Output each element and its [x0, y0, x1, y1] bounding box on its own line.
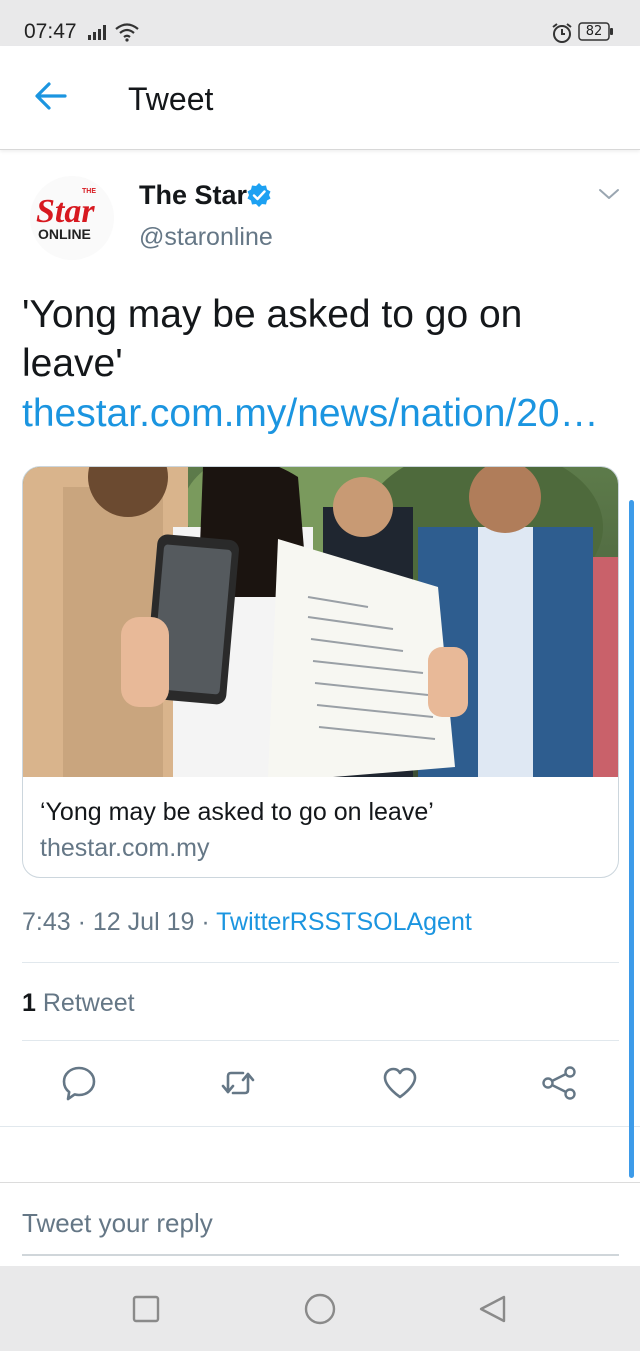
- card-image: [23, 467, 618, 777]
- card-domain: thestar.com.my: [40, 834, 210, 862]
- recent-apps-icon[interactable]: [129, 1292, 163, 1326]
- author-handle[interactable]: @staronline: [139, 223, 273, 252]
- the-star-logo: THE Star ONLINE: [30, 176, 114, 260]
- retweet-stats[interactable]: 1 Retweet: [22, 989, 135, 1018]
- back-arrow-icon[interactable]: [34, 79, 68, 113]
- reply-icon[interactable]: [60, 1064, 98, 1102]
- tweet-time: 7:43: [22, 908, 71, 936]
- tweet-date: 12 Jul 19: [92, 908, 195, 936]
- tweet-source[interactable]: TwitterRSSTSOLAgent: [216, 908, 472, 936]
- signal-icon: [88, 25, 106, 40]
- svg-text:Star: Star: [36, 193, 95, 230]
- battery-level: 82: [585, 24, 603, 39]
- divider: [22, 962, 619, 963]
- card-title: ‘Yong may be asked to go on leave’: [40, 798, 434, 826]
- status-bar: 07:47 82: [0, 0, 640, 46]
- tweet-meta: 7:43 · 12 Jul 19 · TwitterRSSTSOLAgent: [22, 908, 472, 937]
- share-icon[interactable]: [540, 1064, 578, 1102]
- separator-dot: ·: [201, 908, 217, 936]
- chevron-down-icon[interactable]: [598, 186, 620, 202]
- retweet-label: Retweet: [42, 989, 135, 1017]
- scrollbar[interactable]: [629, 500, 634, 1178]
- tweet-link[interactable]: thestar.com.my/news/nation/20…: [22, 389, 622, 438]
- back-nav-icon[interactable]: [476, 1292, 510, 1326]
- retweet-icon[interactable]: [219, 1064, 257, 1102]
- reply-input[interactable]: Tweet your reply: [22, 1208, 213, 1239]
- tweet-text: 'Yong may be asked to go on leave': [22, 293, 523, 385]
- wifi-icon: [115, 23, 139, 42]
- alarm-icon: [552, 23, 572, 43]
- link-card[interactable]: ‘Yong may be asked to go on leave’ thest…: [22, 466, 619, 878]
- retweet-count: 1: [22, 989, 36, 1017]
- reply-input-underline: [22, 1254, 619, 1256]
- heart-icon[interactable]: [381, 1064, 419, 1102]
- verified-badge-icon: [247, 183, 271, 207]
- svg-text:ONLINE: ONLINE: [38, 226, 91, 242]
- divider: [22, 1040, 619, 1041]
- page-title: Tweet: [128, 81, 214, 117]
- app-header: Tweet: [0, 46, 640, 150]
- home-icon[interactable]: [303, 1292, 337, 1326]
- separator-dot: ·: [77, 908, 93, 936]
- divider: [0, 1126, 640, 1127]
- author-name[interactable]: The Star: [139, 180, 247, 211]
- avatar[interactable]: THE Star ONLINE: [30, 176, 114, 260]
- status-time: 07:47: [24, 20, 77, 43]
